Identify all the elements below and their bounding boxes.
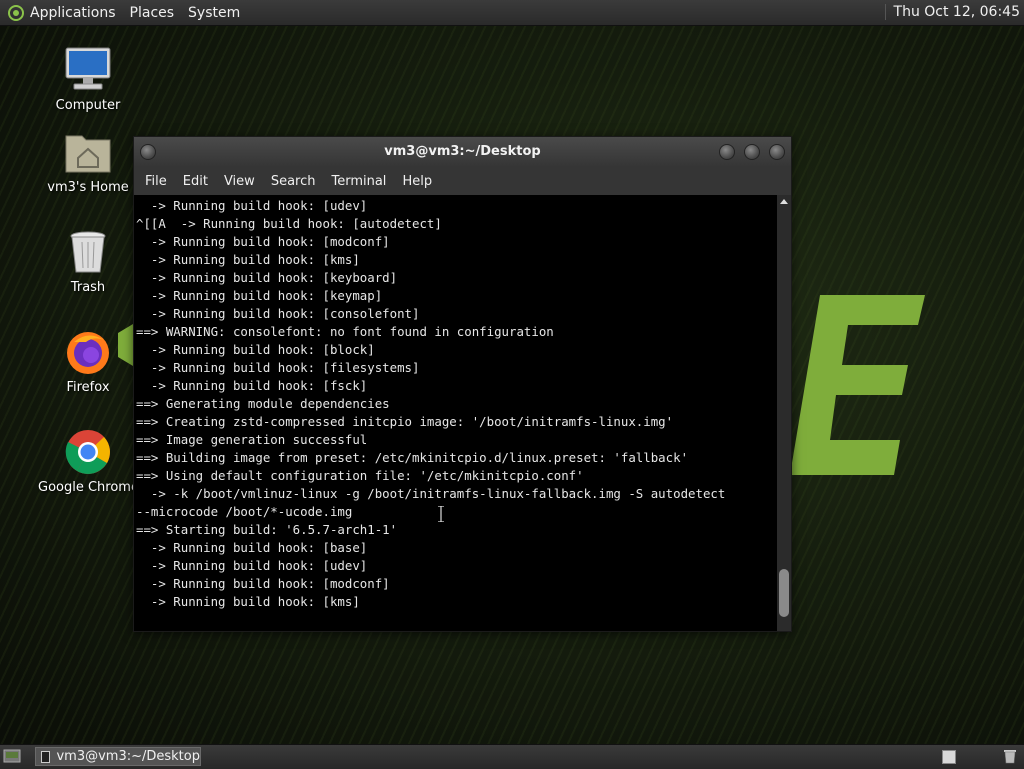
bottom-panel: vm3@vm3:~/Desktop xyxy=(0,744,1024,769)
desktop-icon-trash[interactable]: Trash xyxy=(38,228,138,295)
terminal-line: -> Running build hook: [consolefont] xyxy=(150,306,420,321)
terminal-line: ^[[A -> Running build hook: [autodetect] xyxy=(136,216,442,231)
desktop-icon-label: Google Chrome xyxy=(38,480,139,495)
terminal-line: -> Running build hook: [block] xyxy=(150,342,375,357)
desktop-icon-label: Computer xyxy=(55,98,121,113)
desktop-icon-chrome[interactable]: Google Chrome xyxy=(38,428,139,495)
applications-menu[interactable]: Applications xyxy=(30,5,116,21)
terminal-line: -> Running build hook: [modconf] xyxy=(150,234,390,249)
menu-terminal[interactable]: Terminal xyxy=(324,174,393,189)
desktop-icon-home[interactable]: vm3's Home xyxy=(38,128,138,195)
terminal-line: -> Running build hook: [udev] xyxy=(150,558,368,573)
menu-edit[interactable]: Edit xyxy=(176,174,215,189)
home-folder-icon xyxy=(64,128,112,176)
terminal-line: -> Running build hook: [filesystems] xyxy=(150,360,420,375)
terminal-line: -> Running build hook: [keymap] xyxy=(150,288,383,303)
text-cursor-icon xyxy=(438,506,444,522)
firefox-icon xyxy=(64,328,112,376)
clock[interactable]: Thu Oct 12, 06:45 xyxy=(884,4,1020,20)
terminal-window[interactable]: vm3@vm3:~/Desktop File Edit View Search … xyxy=(133,136,792,632)
wallpaper-logo-letter xyxy=(790,295,925,475)
close-button[interactable] xyxy=(769,144,785,160)
terminal-line: -> Running build hook: [base] xyxy=(150,540,368,555)
window-menu-button[interactable] xyxy=(140,144,156,160)
mate-logo-icon[interactable] xyxy=(8,4,24,21)
places-menu[interactable]: Places xyxy=(130,5,175,21)
chrome-icon xyxy=(64,428,112,476)
terminal-menubar: File Edit View Search Terminal Help xyxy=(134,167,791,195)
terminal-line: -> -k /boot/vmlinuz-linux -g /boot/initr… xyxy=(150,486,726,501)
computer-icon xyxy=(64,46,112,94)
terminal-line: -> Running build hook: [fsck] xyxy=(150,378,368,393)
terminal-line: ==> Generating module dependencies xyxy=(136,396,390,411)
desktop-icon-firefox[interactable]: Firefox xyxy=(38,328,138,395)
terminal-line: ==> Creating zstd-compressed initcpio im… xyxy=(136,414,674,429)
minimize-button[interactable] xyxy=(719,144,735,160)
top-panel: Applications Places System Thu Oct 12, 0… xyxy=(0,0,1024,26)
menu-view[interactable]: View xyxy=(217,174,262,189)
trash-icon xyxy=(64,228,112,276)
desktop-icon-label: Firefox xyxy=(66,380,110,395)
show-desktop-icon[interactable] xyxy=(3,749,21,764)
window-title: vm3@vm3:~/Desktop xyxy=(384,144,541,159)
menu-file[interactable]: File xyxy=(138,174,174,189)
scrollbar-thumb[interactable] xyxy=(779,569,789,617)
terminal-line: ==> Building image from preset: /etc/mki… xyxy=(136,450,689,465)
terminal-line: -> Running build hook: [modconf] xyxy=(150,576,390,591)
menu-search[interactable]: Search xyxy=(264,174,323,189)
terminal-text: -> Running build hook: [udev] ^[[A -> Ru… xyxy=(134,195,777,611)
terminal-line: ==> Using default configuration file: '/… xyxy=(136,468,584,483)
desktop-icon-label: vm3's Home xyxy=(47,180,129,195)
workspace-switcher[interactable] xyxy=(942,750,956,764)
trash-applet-icon[interactable] xyxy=(1003,748,1017,764)
taskbar-item-label: vm3@vm3:~/Desktop xyxy=(56,749,200,764)
scroll-up-arrow-icon[interactable] xyxy=(780,199,788,204)
terminal-line: --microcode /boot/*-ucode.img xyxy=(136,504,353,519)
terminal-line: ==> Image generation successful xyxy=(136,432,368,447)
terminal-titlebar[interactable]: vm3@vm3:~/Desktop xyxy=(134,137,791,167)
system-menu[interactable]: System xyxy=(188,5,240,21)
desktop-icon-computer[interactable]: Computer xyxy=(38,46,138,113)
desktop-icon-label: Trash xyxy=(70,280,106,295)
terminal-icon xyxy=(41,750,51,763)
terminal-line: -> Running build hook: [kms] xyxy=(150,252,360,267)
terminal-scrollbar[interactable] xyxy=(777,195,791,631)
terminal-line: ==> WARNING: consolefont: no font found … xyxy=(136,324,554,339)
terminal-line: -> Running build hook: [keyboard] xyxy=(150,270,398,285)
terminal-line: ==> Starting build: '6.5.7-arch1-1' xyxy=(136,522,398,537)
terminal-line: -> Running build hook: [udev] xyxy=(150,198,368,213)
taskbar-item-terminal[interactable]: vm3@vm3:~/Desktop xyxy=(35,747,201,766)
menu-help[interactable]: Help xyxy=(395,174,439,189)
terminal-output[interactable]: -> Running build hook: [udev] ^[[A -> Ru… xyxy=(134,195,777,631)
terminal-line: -> Running build hook: [kms] xyxy=(150,594,360,609)
maximize-button[interactable] xyxy=(744,144,760,160)
